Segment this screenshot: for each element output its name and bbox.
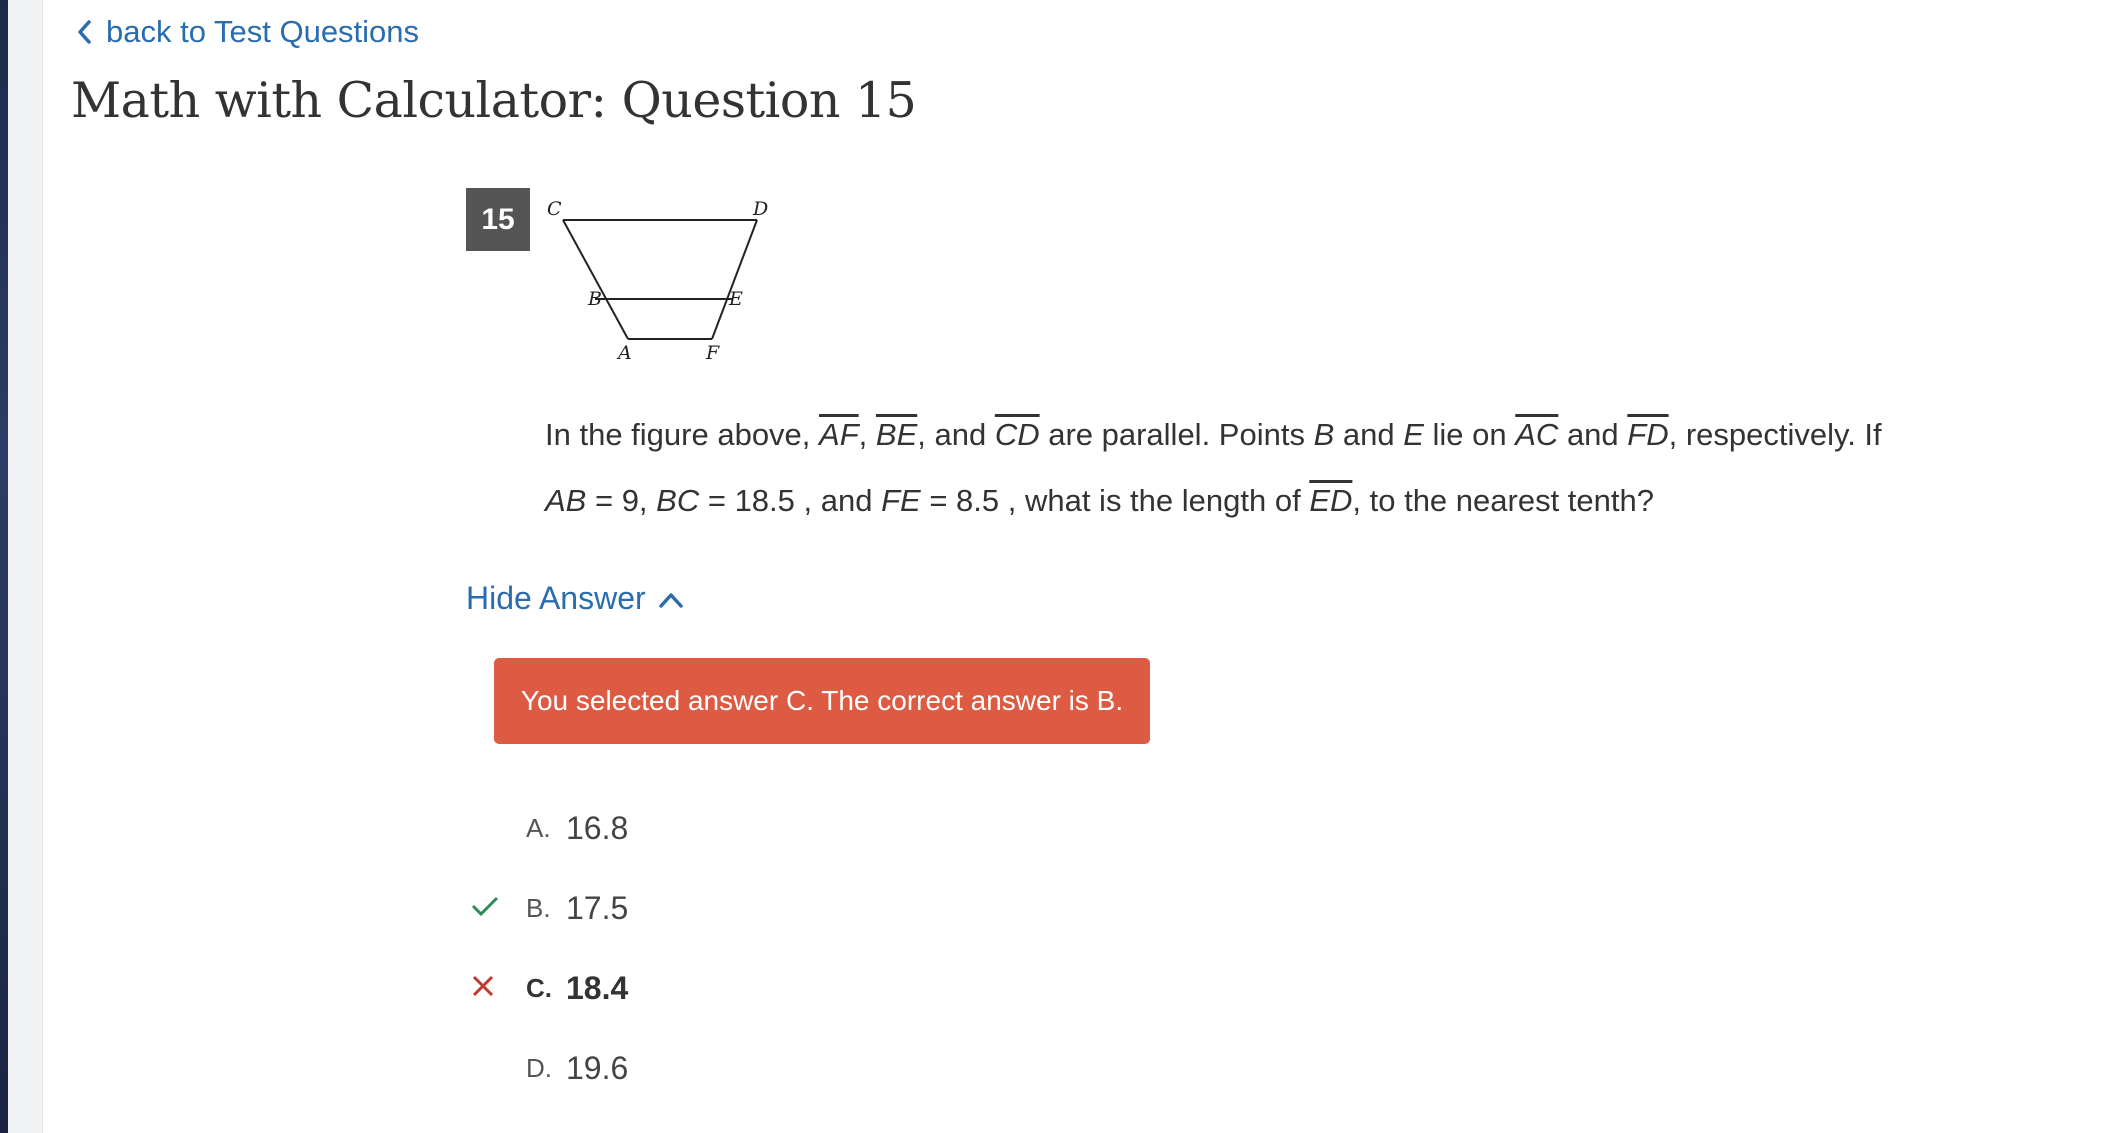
chevron-left-icon <box>76 19 92 45</box>
chevron-up-icon <box>658 580 684 617</box>
segment-fd: FD <box>1627 417 1669 452</box>
x-mark-icon <box>470 973 496 1004</box>
back-link-label: back to Test Questions <box>106 14 420 49</box>
hide-answer-toggle[interactable]: Hide Answer <box>466 580 684 617</box>
question-number-badge: 15 <box>466 188 530 251</box>
choice-value: 16.8 <box>566 809 629 846</box>
back-to-questions-link[interactable]: back to Test Questions <box>76 14 419 50</box>
choice-letter: B. <box>526 892 551 923</box>
segment-af: AF <box>819 417 859 452</box>
choice-letter: D. <box>526 1052 552 1083</box>
segment-ac: AC <box>1515 417 1559 452</box>
choice-letter: C. <box>526 972 552 1003</box>
segment-cd: CD <box>994 417 1040 452</box>
choice-a[interactable]: A. 16.8 <box>470 788 870 868</box>
choice-c[interactable]: C. 18.4 <box>470 948 870 1028</box>
label-f: F <box>705 342 720 364</box>
label-a: A <box>616 342 632 364</box>
left-gutter <box>8 0 43 1133</box>
trapezoid-figure: C D B E A F <box>540 192 780 372</box>
label-c: C <box>547 198 562 220</box>
desktop-edge <box>0 0 8 1133</box>
label-d: D <box>752 198 768 220</box>
choice-value: 19.6 <box>566 1049 629 1086</box>
segment-be: BE <box>875 417 918 452</box>
choice-value: 17.5 <box>566 889 629 926</box>
label-b: B <box>587 288 602 310</box>
segment-ed: ED <box>1309 483 1353 518</box>
question-text: In the figure above, AF, BE, and CD are … <box>545 417 1882 518</box>
page-title: Math with Calculator: Question 15 <box>71 72 917 129</box>
checkmark-icon <box>470 894 500 923</box>
choice-letter: A. <box>526 812 551 843</box>
answer-feedback-banner: You selected answer C. The correct answe… <box>494 658 1150 744</box>
choice-d[interactable]: D. 19.6 <box>470 1028 870 1108</box>
answer-choices: A. 16.8 B. 17.5 C. 18.4 D. 19.6 <box>470 788 870 1108</box>
choice-b[interactable]: B. 17.5 <box>470 868 870 948</box>
choice-value: 18.4 <box>566 969 629 1006</box>
label-e: E <box>728 288 743 310</box>
hide-answer-label: Hide Answer <box>466 580 646 616</box>
